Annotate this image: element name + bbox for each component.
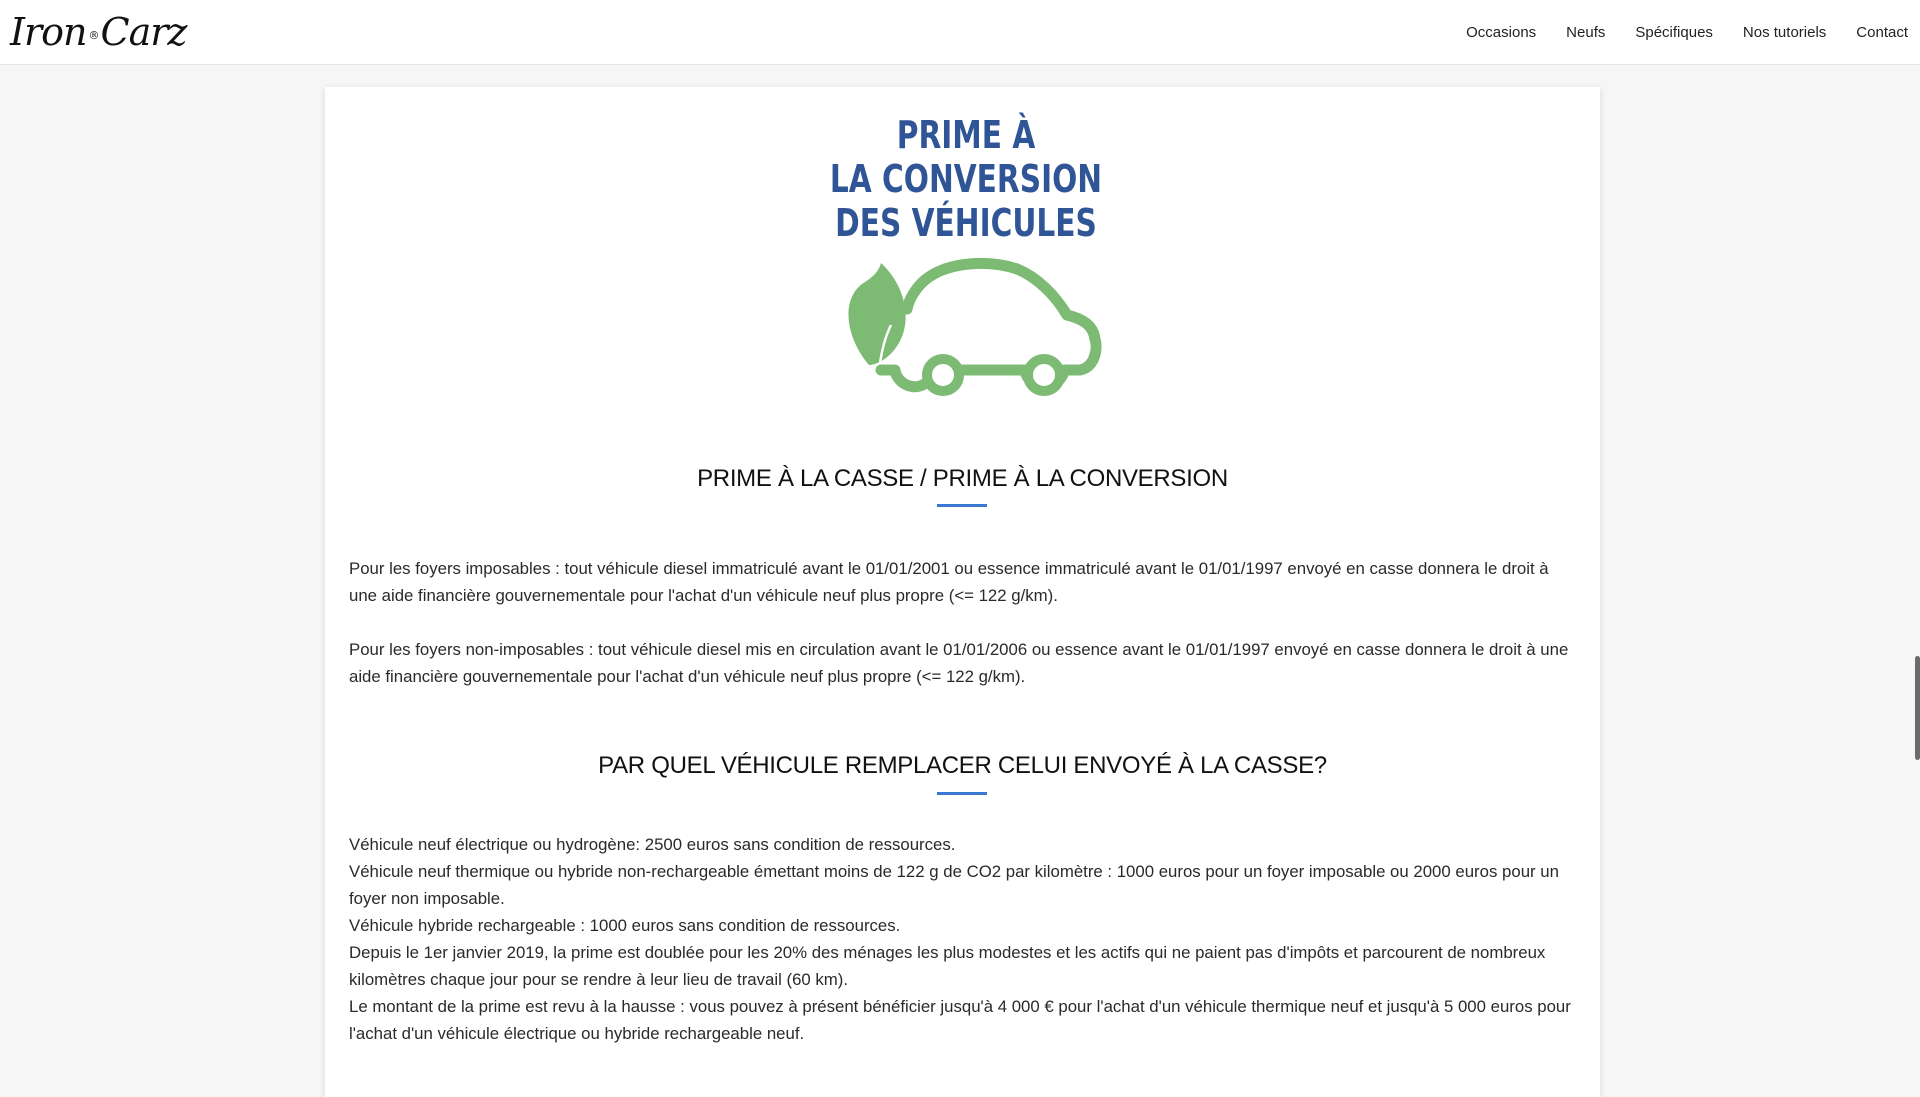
main-nav: Occasions Neufs Spécifiques Nos tutoriel…	[1436, 0, 1908, 64]
site-header: Iron ®Carz Occasions Neufs Spécifiques No…	[0, 0, 1920, 65]
prime-conversion-banner: PRIME À LA CONVERSION DES VÉHICULES	[325, 87, 1600, 417]
logo-text-carz: Carz	[100, 10, 188, 54]
article-card: PRIME À LA CONVERSION DES VÉHICULES PRIM…	[325, 87, 1600, 1097]
logo-registered-mark: ®	[88, 28, 100, 42]
paragraph-foyers-imposables: Pour les foyers imposables : tout véhicu…	[349, 559, 1549, 605]
list-remplacement: Véhicule neuf électrique ou hydrogène: 2…	[349, 831, 1574, 1047]
eco-car-leaf-icon	[848, 257, 1102, 396]
title-underline	[937, 792, 987, 795]
list-item: Véhicule neuf thermique ou hybride non-r…	[349, 862, 1559, 908]
paragraph-foyers-non-imposables: Pour les foyers non-imposables : tout vé…	[349, 640, 1569, 686]
nav-contact[interactable]: Contact	[1856, 24, 1908, 41]
nav-specifiques[interactable]: Spécifiques	[1635, 24, 1713, 41]
list-item: Le montant de la prime est revu à la hau…	[349, 997, 1571, 1043]
title-underline	[937, 504, 987, 507]
nav-occasions[interactable]: Occasions	[1466, 24, 1536, 41]
banner-graphic: PRIME À LA CONVERSION DES VÉHICULES	[830, 112, 1102, 396]
list-item: Véhicule hybride rechargeable : 1000 eur…	[349, 916, 901, 935]
banner-title-line3: DES VÉHICULES	[835, 200, 1097, 246]
logo-text-iron: Iron	[10, 10, 88, 54]
scrollbar-thumb[interactable]	[1915, 656, 1920, 760]
section-title-prime-casse: PRIME À LA CASSE / PRIME À LA CONVERSION	[697, 465, 1228, 492]
nav-neufs[interactable]: Neufs	[1566, 24, 1605, 41]
banner-title-line1: PRIME À	[897, 112, 1036, 158]
section-title-remplacement: PAR QUEL VÉHICULE REMPLACER CELUI ENVOYÉ…	[598, 752, 1327, 779]
list-item: Véhicule neuf électrique ou hydrogène: 2…	[349, 835, 956, 854]
banner-title-line2: LA CONVERSION	[830, 157, 1102, 202]
list-item: Depuis le 1er janvier 2019, la prime est…	[349, 943, 1546, 989]
nav-tutoriels[interactable]: Nos tutoriels	[1743, 24, 1826, 41]
site-logo[interactable]: Iron ®Carz	[10, 2, 188, 62]
